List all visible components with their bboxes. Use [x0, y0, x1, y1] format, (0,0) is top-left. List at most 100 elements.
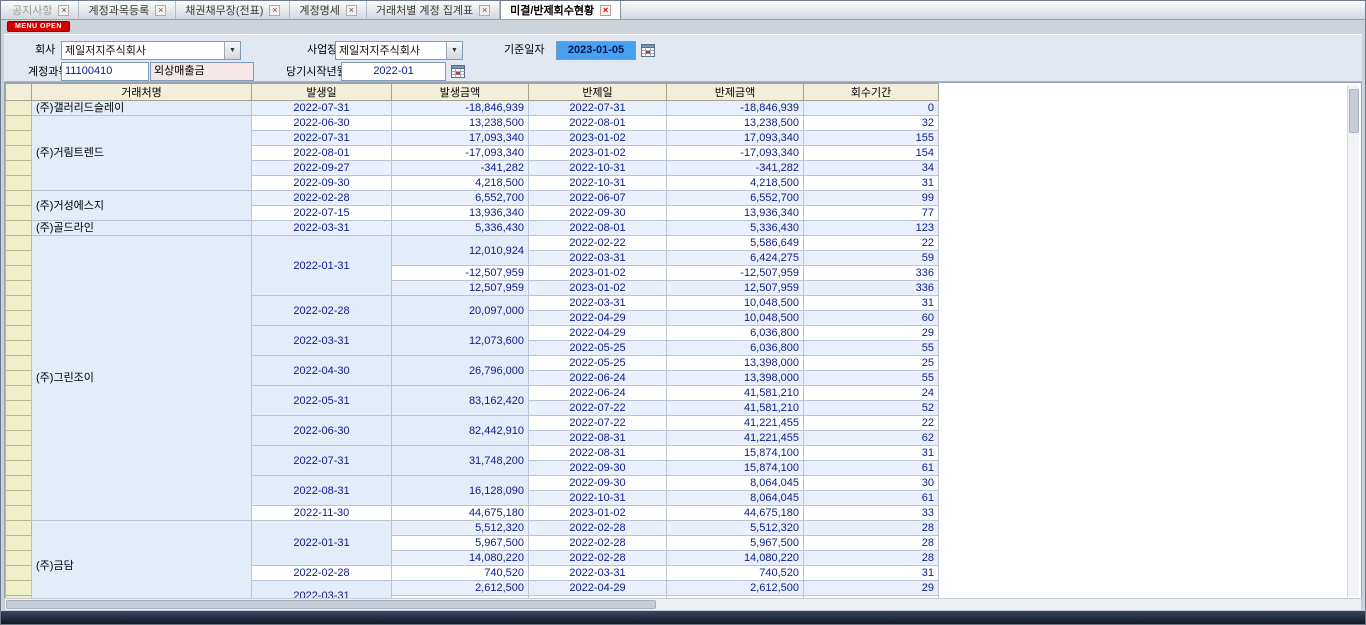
vertical-scrollbar[interactable]	[1347, 85, 1359, 597]
amount-cell[interactable]: -341,282	[392, 161, 529, 176]
amount-cell[interactable]: 4,218,500	[392, 176, 529, 191]
row-selector-cell[interactable]	[6, 581, 32, 596]
period-cell[interactable]: 22	[804, 236, 939, 251]
tab-6[interactable]: 미결/반제회수현황×	[500, 1, 621, 19]
period-cell[interactable]: 61	[804, 491, 939, 506]
period-cell[interactable]: 0	[804, 101, 939, 116]
amount-cell[interactable]: 44,675,180	[667, 506, 804, 521]
row-selector-cell[interactable]	[6, 521, 32, 536]
date-cell[interactable]: 2022-02-28	[252, 566, 392, 581]
date-cell[interactable]: 2022-06-30	[252, 416, 392, 446]
date-cell[interactable]: 2022-11-30	[252, 506, 392, 521]
date-cell[interactable]: 2022-10-31	[529, 491, 667, 506]
tab-close-icon[interactable]: ×	[346, 5, 357, 16]
amount-cell[interactable]: 44,675,180	[392, 506, 529, 521]
date-cell[interactable]: 2022-08-31	[252, 476, 392, 506]
row-selector-cell[interactable]	[6, 506, 32, 521]
amount-cell[interactable]: -12,507,959	[392, 266, 529, 281]
customer-cell[interactable]: (주)그린조이	[32, 236, 252, 521]
date-cell[interactable]: 2022-07-22	[529, 416, 667, 431]
amount-cell[interactable]: -341,282	[667, 161, 804, 176]
amount-cell[interactable]: 2,612,500	[392, 581, 529, 596]
row-selector-cell[interactable]	[6, 281, 32, 296]
date-cell[interactable]: 2022-03-31	[529, 566, 667, 581]
date-cell[interactable]: 2022-07-15	[252, 206, 392, 221]
date-cell[interactable]: 2022-03-31	[529, 296, 667, 311]
period-cell[interactable]: 59	[804, 251, 939, 266]
amount-cell[interactable]: 5,586,649	[667, 236, 804, 251]
date-cell[interactable]: 2022-09-30	[529, 206, 667, 221]
period-cell[interactable]: 31	[804, 176, 939, 191]
row-selector-cell[interactable]	[6, 566, 32, 581]
period-cell[interactable]: 29	[804, 581, 939, 596]
date-cell[interactable]: 2022-09-27	[252, 161, 392, 176]
date-cell[interactable]: 2022-07-22	[529, 401, 667, 416]
date-cell[interactable]: 2022-08-31	[529, 431, 667, 446]
customer-cell[interactable]: (주)골드라인	[32, 221, 252, 236]
amount-cell[interactable]: 12,507,959	[667, 281, 804, 296]
amount-cell[interactable]: 10,048,500	[667, 311, 804, 326]
amount-cell[interactable]: -18,846,939	[667, 101, 804, 116]
menu-open-button[interactable]: MENU OPEN	[7, 21, 70, 32]
period-cell[interactable]: 25	[804, 356, 939, 371]
period-calendar-button[interactable]	[450, 64, 465, 79]
amount-cell[interactable]: 5,336,430	[392, 221, 529, 236]
amount-cell[interactable]: 5,512,320	[667, 521, 804, 536]
amount-cell[interactable]: 5,967,500	[667, 536, 804, 551]
account-name-field[interactable]: 외상매출금	[150, 62, 254, 81]
amount-cell[interactable]: 13,936,340	[667, 206, 804, 221]
date-cell[interactable]: 2023-01-02	[529, 506, 667, 521]
row-selector-cell[interactable]	[6, 161, 32, 176]
amount-cell[interactable]: 6,552,700	[392, 191, 529, 206]
row-selector-cell[interactable]	[6, 326, 32, 341]
date-cell[interactable]: 2022-02-28	[529, 536, 667, 551]
date-cell[interactable]: 2022-10-31	[529, 176, 667, 191]
period-cell[interactable]: 155	[804, 131, 939, 146]
date-cell[interactable]: 2022-08-01	[529, 221, 667, 236]
customer-cell[interactable]: (주)거림트렌드	[32, 116, 252, 191]
period-cell[interactable]: 24	[804, 386, 939, 401]
period-cell[interactable]: 31	[804, 446, 939, 461]
period-cell[interactable]: 52	[804, 401, 939, 416]
tab-close-icon[interactable]: ×	[269, 5, 280, 16]
row-selector-cell[interactable]	[6, 296, 32, 311]
customer-cell[interactable]: (주)금담	[32, 521, 252, 601]
tab-4[interactable]: 계정명세×	[290, 1, 366, 19]
amount-cell[interactable]: 16,128,090	[392, 476, 529, 506]
amount-cell[interactable]: 15,874,100	[667, 446, 804, 461]
amount-cell[interactable]: 13,398,000	[667, 371, 804, 386]
date-cell[interactable]: 2022-07-31	[252, 131, 392, 146]
period-cell[interactable]: 336	[804, 266, 939, 281]
date-cell[interactable]: 2022-09-30	[529, 461, 667, 476]
amount-cell[interactable]: 17,093,340	[392, 131, 529, 146]
date-cell[interactable]: 2022-08-31	[529, 446, 667, 461]
date-cell[interactable]: 2022-03-31	[252, 221, 392, 236]
date-cell[interactable]: 2022-01-31	[252, 521, 392, 566]
period-cell[interactable]: 61	[804, 461, 939, 476]
row-selector-cell[interactable]	[6, 131, 32, 146]
date-cell[interactable]: 2022-01-31	[252, 236, 392, 296]
tab-close-icon[interactable]: ×	[600, 5, 611, 16]
date-cell[interactable]: 2022-02-28	[529, 551, 667, 566]
tab-3[interactable]: 채권채무장(전표)×	[176, 1, 290, 19]
amount-cell[interactable]: 14,080,220	[667, 551, 804, 566]
row-selector-cell[interactable]	[6, 476, 32, 491]
amount-cell[interactable]: 6,424,275	[667, 251, 804, 266]
period-cell[interactable]: 32	[804, 116, 939, 131]
date-cell[interactable]: 2023-01-02	[529, 131, 667, 146]
row-selector-cell[interactable]	[6, 341, 32, 356]
period-cell[interactable]: 28	[804, 536, 939, 551]
company-select[interactable]: 제일저지주식회사 ▼	[61, 41, 241, 60]
horizontal-scrollbar[interactable]	[4, 598, 1362, 611]
period-cell[interactable]: 31	[804, 296, 939, 311]
row-selector-cell[interactable]	[6, 401, 32, 416]
customer-cell[interactable]: (주)갤러리드슬레이	[32, 101, 252, 116]
site-select[interactable]: 제일저지주식회사 ▼	[335, 41, 463, 60]
date-cell[interactable]: 2023-01-02	[529, 146, 667, 161]
tab-close-icon[interactable]: ×	[58, 5, 69, 16]
amount-cell[interactable]: 8,064,045	[667, 491, 804, 506]
date-cell[interactable]: 2022-05-25	[529, 356, 667, 371]
date-cell[interactable]: 2022-10-31	[529, 161, 667, 176]
period-cell[interactable]: 55	[804, 371, 939, 386]
amount-cell[interactable]: 82,442,910	[392, 416, 529, 446]
